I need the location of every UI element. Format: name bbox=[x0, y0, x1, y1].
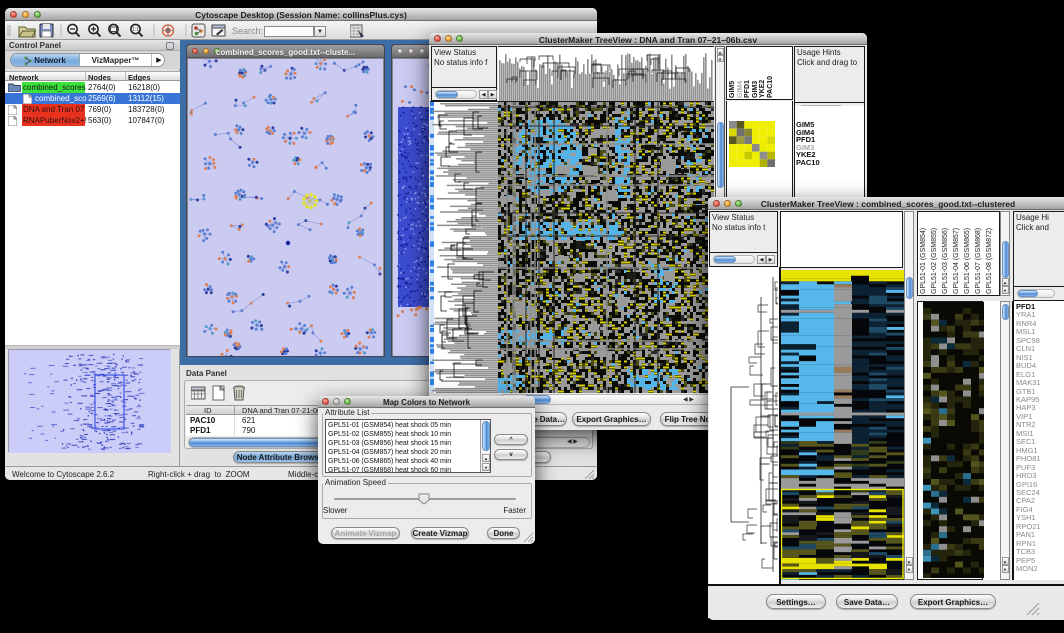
svg-text:1:1: 1:1 bbox=[132, 27, 139, 33]
svg-text:Search:: Search: bbox=[232, 26, 263, 36]
